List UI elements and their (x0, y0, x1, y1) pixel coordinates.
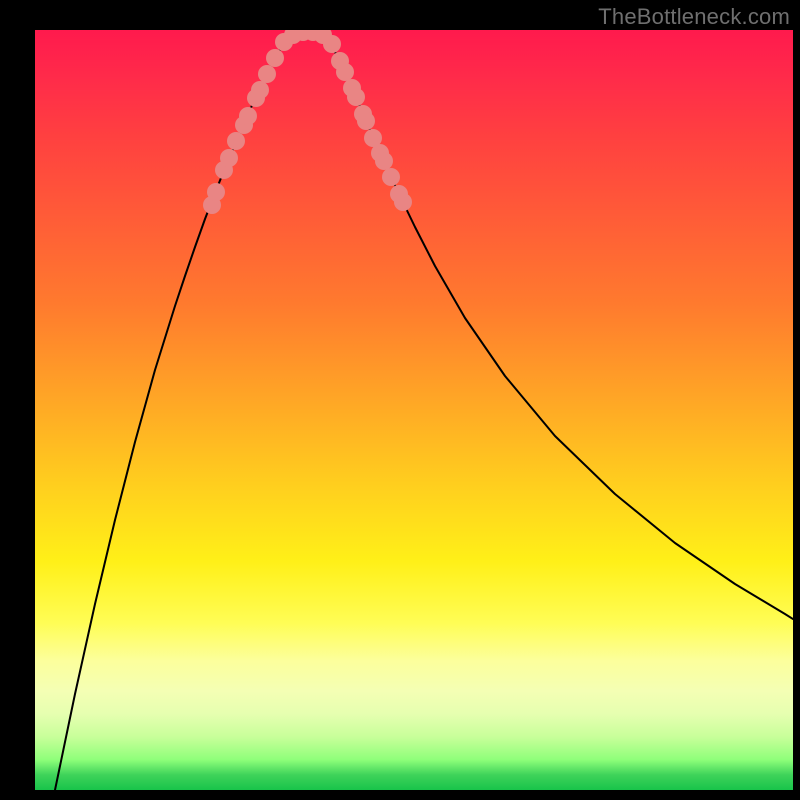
bead-marker (382, 168, 400, 186)
plot-area (35, 30, 793, 790)
bead-marker (394, 193, 412, 211)
bead-marker (207, 183, 225, 201)
marker-group (203, 30, 412, 214)
series-left-branch (55, 41, 285, 790)
series-group (55, 31, 793, 790)
bead-marker (357, 112, 375, 130)
watermark-text: TheBottleneck.com (598, 4, 790, 30)
chart-stage: TheBottleneck.com (0, 0, 800, 800)
bead-marker (266, 49, 284, 67)
bead-marker (375, 152, 393, 170)
bead-marker (323, 35, 341, 53)
bead-marker (220, 149, 238, 167)
bead-marker (239, 107, 257, 125)
bead-marker (251, 81, 269, 99)
bead-marker (347, 88, 365, 106)
bead-marker (227, 132, 245, 150)
series-right-branch (330, 41, 793, 619)
bead-marker (258, 65, 276, 83)
curve-layer (35, 30, 793, 790)
bead-marker (336, 63, 354, 81)
